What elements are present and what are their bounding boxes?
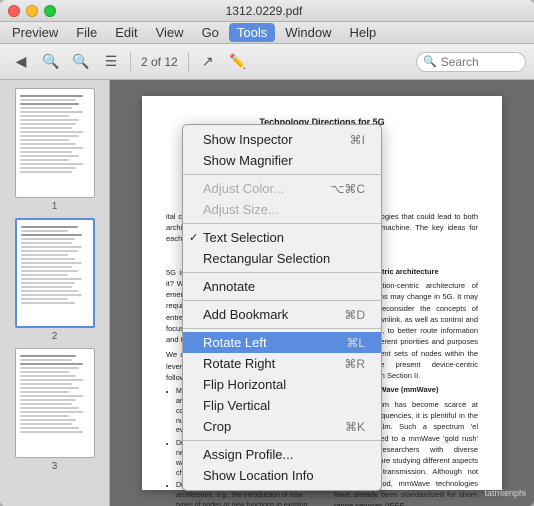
dd-sep-2 xyxy=(183,223,381,224)
menu-preview[interactable]: Preview xyxy=(4,23,66,42)
menu-show-inspector[interactable]: Show Inspector ⌘I xyxy=(183,129,381,150)
menu-edit[interactable]: Edit xyxy=(107,23,145,42)
annotate-label: Annotate xyxy=(203,279,255,294)
dd-sep-1 xyxy=(183,174,381,175)
toolbar: ◀ 🔍 🔍 ☰ 2 of 12 ↗ ✏️ 🔍 xyxy=(0,44,534,80)
menu-help[interactable]: Help xyxy=(342,23,385,42)
thumb-num-1: 1 xyxy=(52,201,58,212)
rotate-right-shortcut: ⌘R xyxy=(344,357,365,371)
zoom-in-button[interactable]: 🔍 xyxy=(68,49,94,75)
nav-back-button[interactable]: ◀ xyxy=(8,49,34,75)
menu-window[interactable]: Window xyxy=(277,23,339,42)
sidebar-toggle-button[interactable]: ☰ xyxy=(98,49,124,75)
menu-show-magnifier[interactable]: Show Magnifier xyxy=(183,150,381,171)
crop-label: Crop xyxy=(203,419,231,434)
search-box[interactable]: 🔍 xyxy=(416,52,526,72)
zoom-out-button[interactable]: 🔍 xyxy=(38,49,64,75)
app-window: 1312.0229.pdf Preview File Edit View Go … xyxy=(0,0,534,506)
adjust-color-label: Adjust Color... xyxy=(203,181,284,196)
menu-show-location-info[interactable]: Show Location Info xyxy=(183,465,381,486)
toolbar-separator xyxy=(130,52,131,72)
show-inspector-label: Show Inspector xyxy=(203,132,293,147)
menu-rectangular-selection[interactable]: Rectangular Selection xyxy=(183,248,381,269)
main-content: 1 xyxy=(0,80,534,506)
menu-text-selection[interactable]: ✓ Text Selection xyxy=(183,227,381,248)
show-magnifier-label: Show Magnifier xyxy=(203,153,293,168)
adjust-size-label: Adjust Size... xyxy=(203,202,279,217)
adjust-color-shortcut: ⌥⌘C xyxy=(331,182,366,196)
toolbar-separator-2 xyxy=(188,52,189,72)
tools-dropdown-menu[interactable]: Show Inspector ⌘I Show Magnifier Adjust … xyxy=(182,124,382,491)
thumbnail-sidebar: 1 xyxy=(0,80,110,506)
thumb-image-1 xyxy=(15,88,95,198)
dd-sep-3 xyxy=(183,272,381,273)
thumbnail-page-2[interactable]: 2 xyxy=(4,218,105,342)
add-bookmark-shortcut: ⌘D xyxy=(344,308,365,322)
menu-view[interactable]: View xyxy=(148,23,192,42)
menubar: Preview File Edit View Go Tools Window H… xyxy=(0,22,534,44)
thumb-image-2 xyxy=(15,218,95,328)
menu-flip-vertical[interactable]: Flip Vertical xyxy=(183,395,381,416)
assign-profile-label: Assign Profile... xyxy=(203,447,293,462)
thumbnail-page-3[interactable]: 3 xyxy=(4,348,105,472)
rectangular-selection-label: Rectangular Selection xyxy=(203,251,330,266)
show-inspector-shortcut: ⌘I xyxy=(350,133,365,147)
thumb-num-3: 3 xyxy=(52,461,58,472)
thumb-image-3 xyxy=(15,348,95,458)
menu-adjust-color[interactable]: Adjust Color... ⌥⌘C xyxy=(183,178,381,199)
thumbnail-page-1[interactable]: 1 xyxy=(4,88,105,212)
rotate-right-label: Rotate Right xyxy=(203,356,275,371)
show-location-info-label: Show Location Info xyxy=(203,468,314,483)
titlebar: 1312.0229.pdf xyxy=(0,0,534,22)
menu-go[interactable]: Go xyxy=(194,23,227,42)
dd-sep-5 xyxy=(183,328,381,329)
menu-crop[interactable]: Crop ⌘K xyxy=(183,416,381,437)
dd-sep-4 xyxy=(183,300,381,301)
check-icon: ✓ xyxy=(189,231,198,244)
markup-button[interactable]: ✏️ xyxy=(225,49,251,75)
menu-file[interactable]: File xyxy=(68,23,105,42)
menu-rotate-left[interactable]: Rotate Left ⌘L xyxy=(183,332,381,353)
menu-tools[interactable]: Tools xyxy=(229,23,275,42)
flip-vertical-label: Flip Vertical xyxy=(203,398,270,413)
text-selection-label: Text Selection xyxy=(203,230,284,245)
rotate-left-shortcut: ⌘L xyxy=(346,336,365,350)
add-bookmark-label: Add Bookmark xyxy=(203,307,288,322)
menu-assign-profile[interactable]: Assign Profile... xyxy=(183,444,381,465)
thumb-num-2: 2 xyxy=(52,331,58,342)
search-input[interactable] xyxy=(441,55,521,69)
window-title: 1312.0229.pdf xyxy=(2,4,526,18)
rotate-left-label: Rotate Left xyxy=(203,335,267,350)
crop-shortcut: ⌘K xyxy=(345,420,365,434)
menu-annotate[interactable]: Annotate xyxy=(183,276,381,297)
menu-flip-horizontal[interactable]: Flip Horizontal xyxy=(183,374,381,395)
dd-sep-6 xyxy=(183,440,381,441)
page-info: 2 of 12 xyxy=(137,55,182,69)
share-button[interactable]: ↗ xyxy=(195,49,221,75)
menu-adjust-size[interactable]: Adjust Size... xyxy=(183,199,381,220)
menu-rotate-right[interactable]: Rotate Right ⌘R xyxy=(183,353,381,374)
menu-add-bookmark[interactable]: Add Bookmark ⌘D xyxy=(183,304,381,325)
flip-horizontal-label: Flip Horizontal xyxy=(203,377,286,392)
search-icon: 🔍 xyxy=(423,55,437,68)
